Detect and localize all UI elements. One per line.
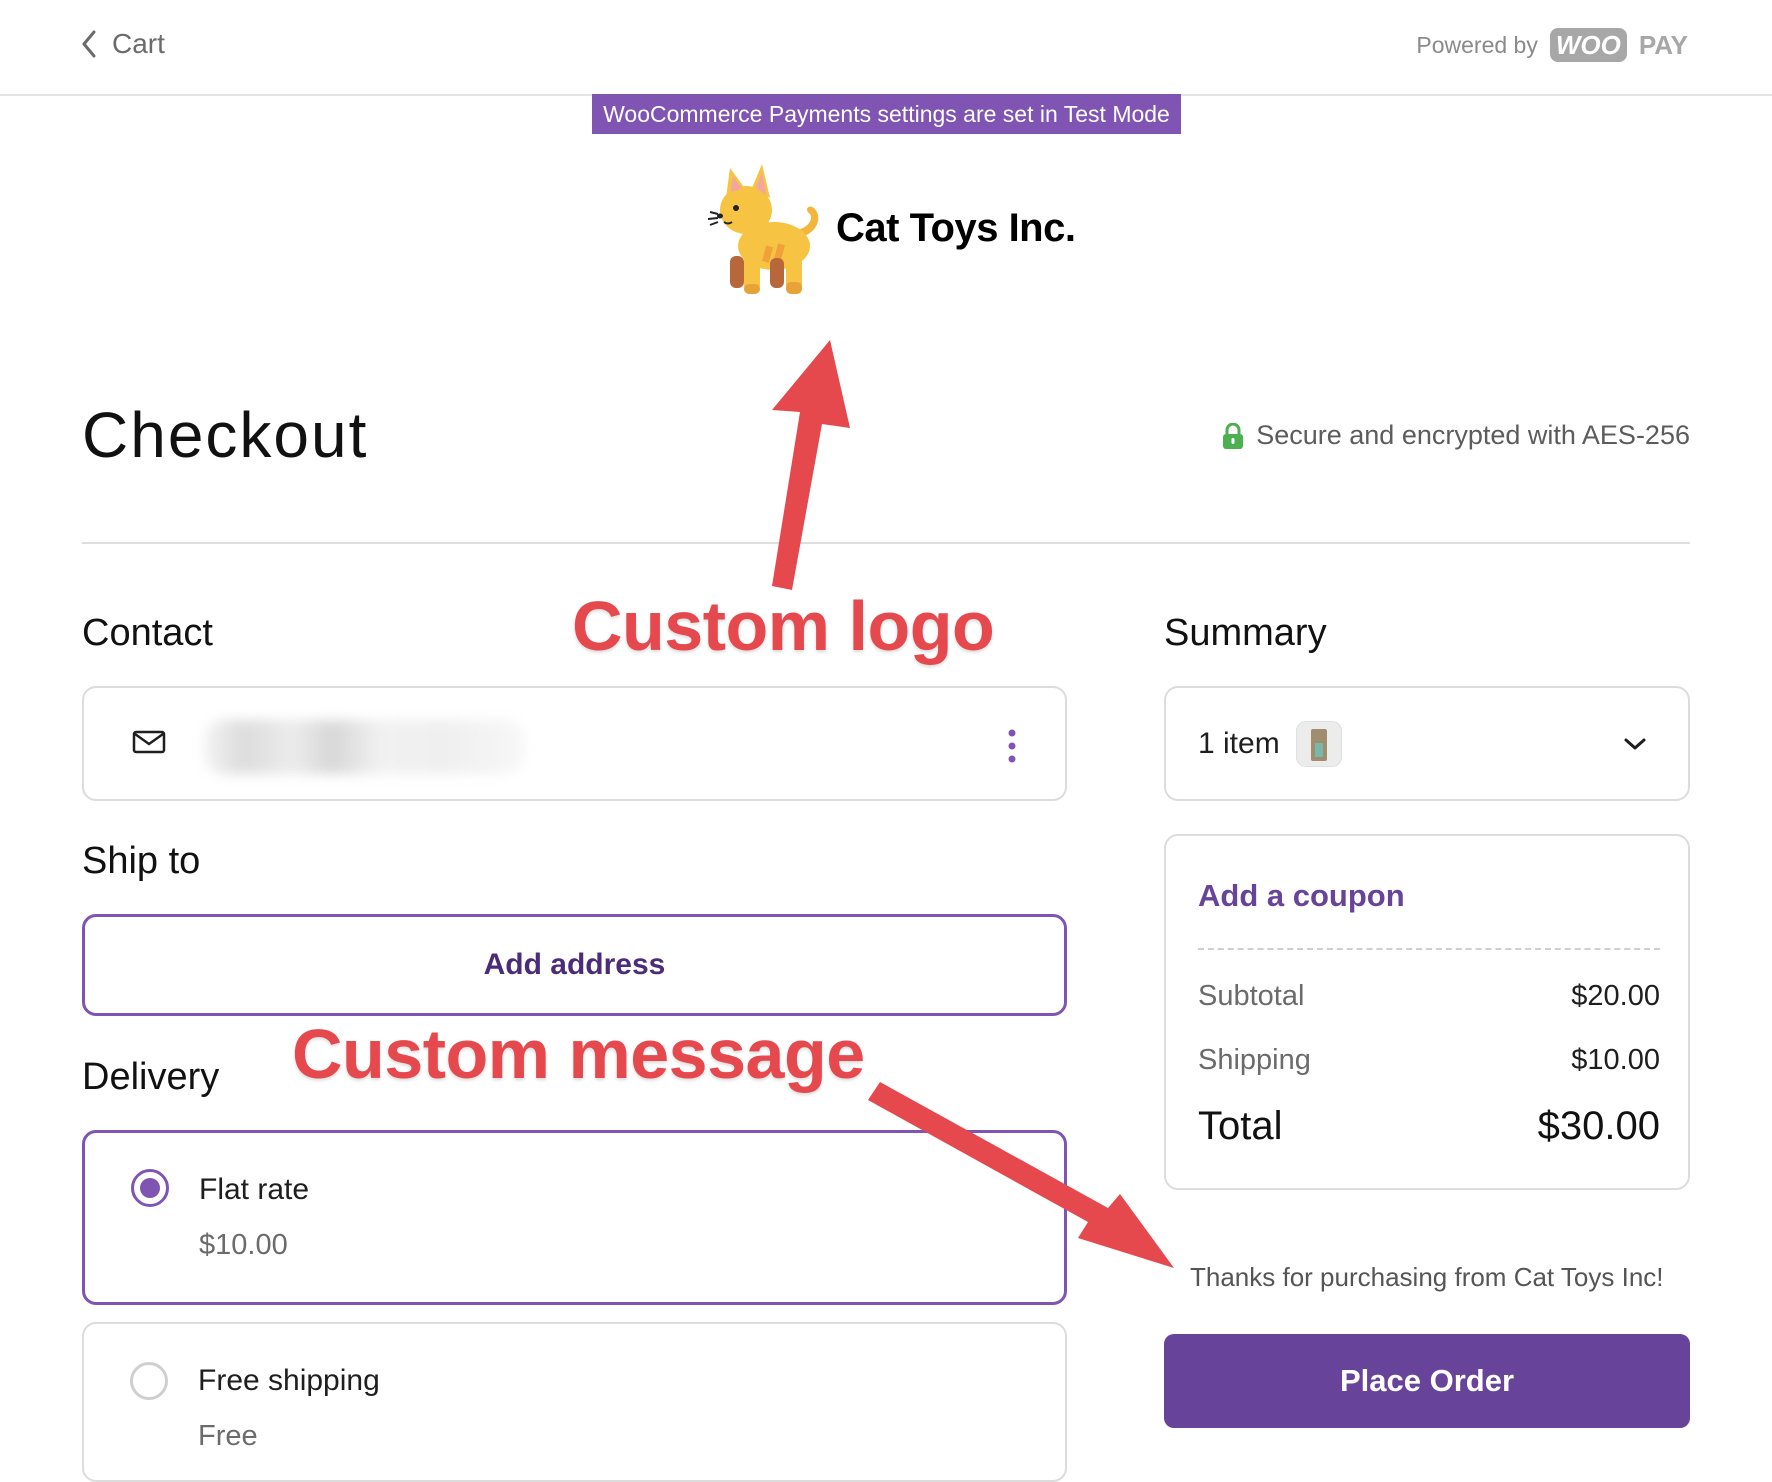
secure-badge: Secure and encrypted with AES-256 — [1222, 420, 1690, 451]
subtotal-row: Subtotal $20.00 — [1198, 980, 1660, 1013]
items-count: 1 item — [1198, 726, 1280, 760]
annotation-custom-message: Custom message — [292, 1015, 865, 1093]
product-thumbnail — [1295, 720, 1342, 767]
contact-heading: Contact — [82, 612, 213, 654]
lock-icon — [1223, 422, 1244, 449]
page-title: Checkout — [82, 399, 369, 471]
cat-logo-icon — [707, 164, 819, 294]
ship-to-heading: Ship to — [82, 840, 201, 882]
store-name: Cat Toys Inc. — [836, 205, 1076, 250]
pay-logo: PAY — [1638, 29, 1688, 60]
total-value: $30.00 — [1537, 1104, 1660, 1148]
option-name: Flat rate — [199, 1173, 310, 1206]
row-label: Subtotal — [1198, 980, 1305, 1012]
woo-logo: WOO — [1549, 28, 1627, 62]
row-label: Shipping — [1198, 1044, 1311, 1076]
annotation-custom-logo: Custom logo — [572, 587, 995, 665]
place-order-button[interactable]: Place Order — [1164, 1334, 1690, 1428]
row-value: $20.00 — [1571, 980, 1660, 1012]
total-label: Total — [1198, 1104, 1283, 1148]
row-value: $10.00 — [1571, 1044, 1660, 1076]
option-price: Free — [198, 1420, 258, 1452]
arrow-to-logo — [772, 340, 850, 590]
store-logo: Cat Toys Inc. — [696, 158, 1076, 298]
mail-icon — [132, 730, 166, 754]
option-name: Free shipping — [198, 1364, 380, 1397]
add-address-button[interactable]: Add address — [82, 914, 1067, 1016]
totals-card: Add a coupon Subtotal $20.00 Shipping $1… — [1164, 834, 1690, 1190]
back-to-cart-link[interactable]: Cart — [80, 28, 165, 60]
divider — [82, 542, 1690, 544]
powered-by: Powered by WOO PAY — [1416, 28, 1688, 62]
delivery-option-flat-rate[interactable]: Flat rate $10.00 — [82, 1130, 1067, 1305]
delivery-heading: Delivery — [82, 1056, 220, 1098]
option-price: $10.00 — [199, 1229, 288, 1261]
powered-by-text: Powered by — [1416, 31, 1538, 58]
dashed-divider — [1198, 948, 1660, 950]
blurred-email — [204, 720, 524, 774]
custom-message: Thanks for purchasing from Cat Toys Inc! — [1190, 1262, 1664, 1292]
shipping-row: Shipping $10.00 — [1198, 1044, 1660, 1077]
add-coupon-link[interactable]: Add a coupon — [1198, 878, 1405, 914]
secure-text: Secure and encrypted with AES-256 — [1256, 420, 1690, 450]
total-row: Total $30.00 — [1198, 1104, 1660, 1149]
chevron-down-icon[interactable] — [1622, 736, 1648, 752]
order-items-toggle[interactable]: 1 item — [1164, 686, 1690, 801]
kebab-menu-icon[interactable] — [1007, 728, 1017, 764]
back-label: Cart — [112, 28, 165, 59]
contact-card[interactable] — [82, 686, 1067, 801]
summary-heading: Summary — [1164, 612, 1327, 654]
test-mode-notice: WooCommerce Payments settings are set in… — [592, 94, 1181, 134]
radio-selected[interactable] — [131, 1169, 169, 1207]
chevron-left-icon — [82, 30, 96, 58]
radio-unselected[interactable] — [130, 1362, 168, 1400]
delivery-option-free-shipping[interactable]: Free shipping Free — [82, 1322, 1067, 1482]
